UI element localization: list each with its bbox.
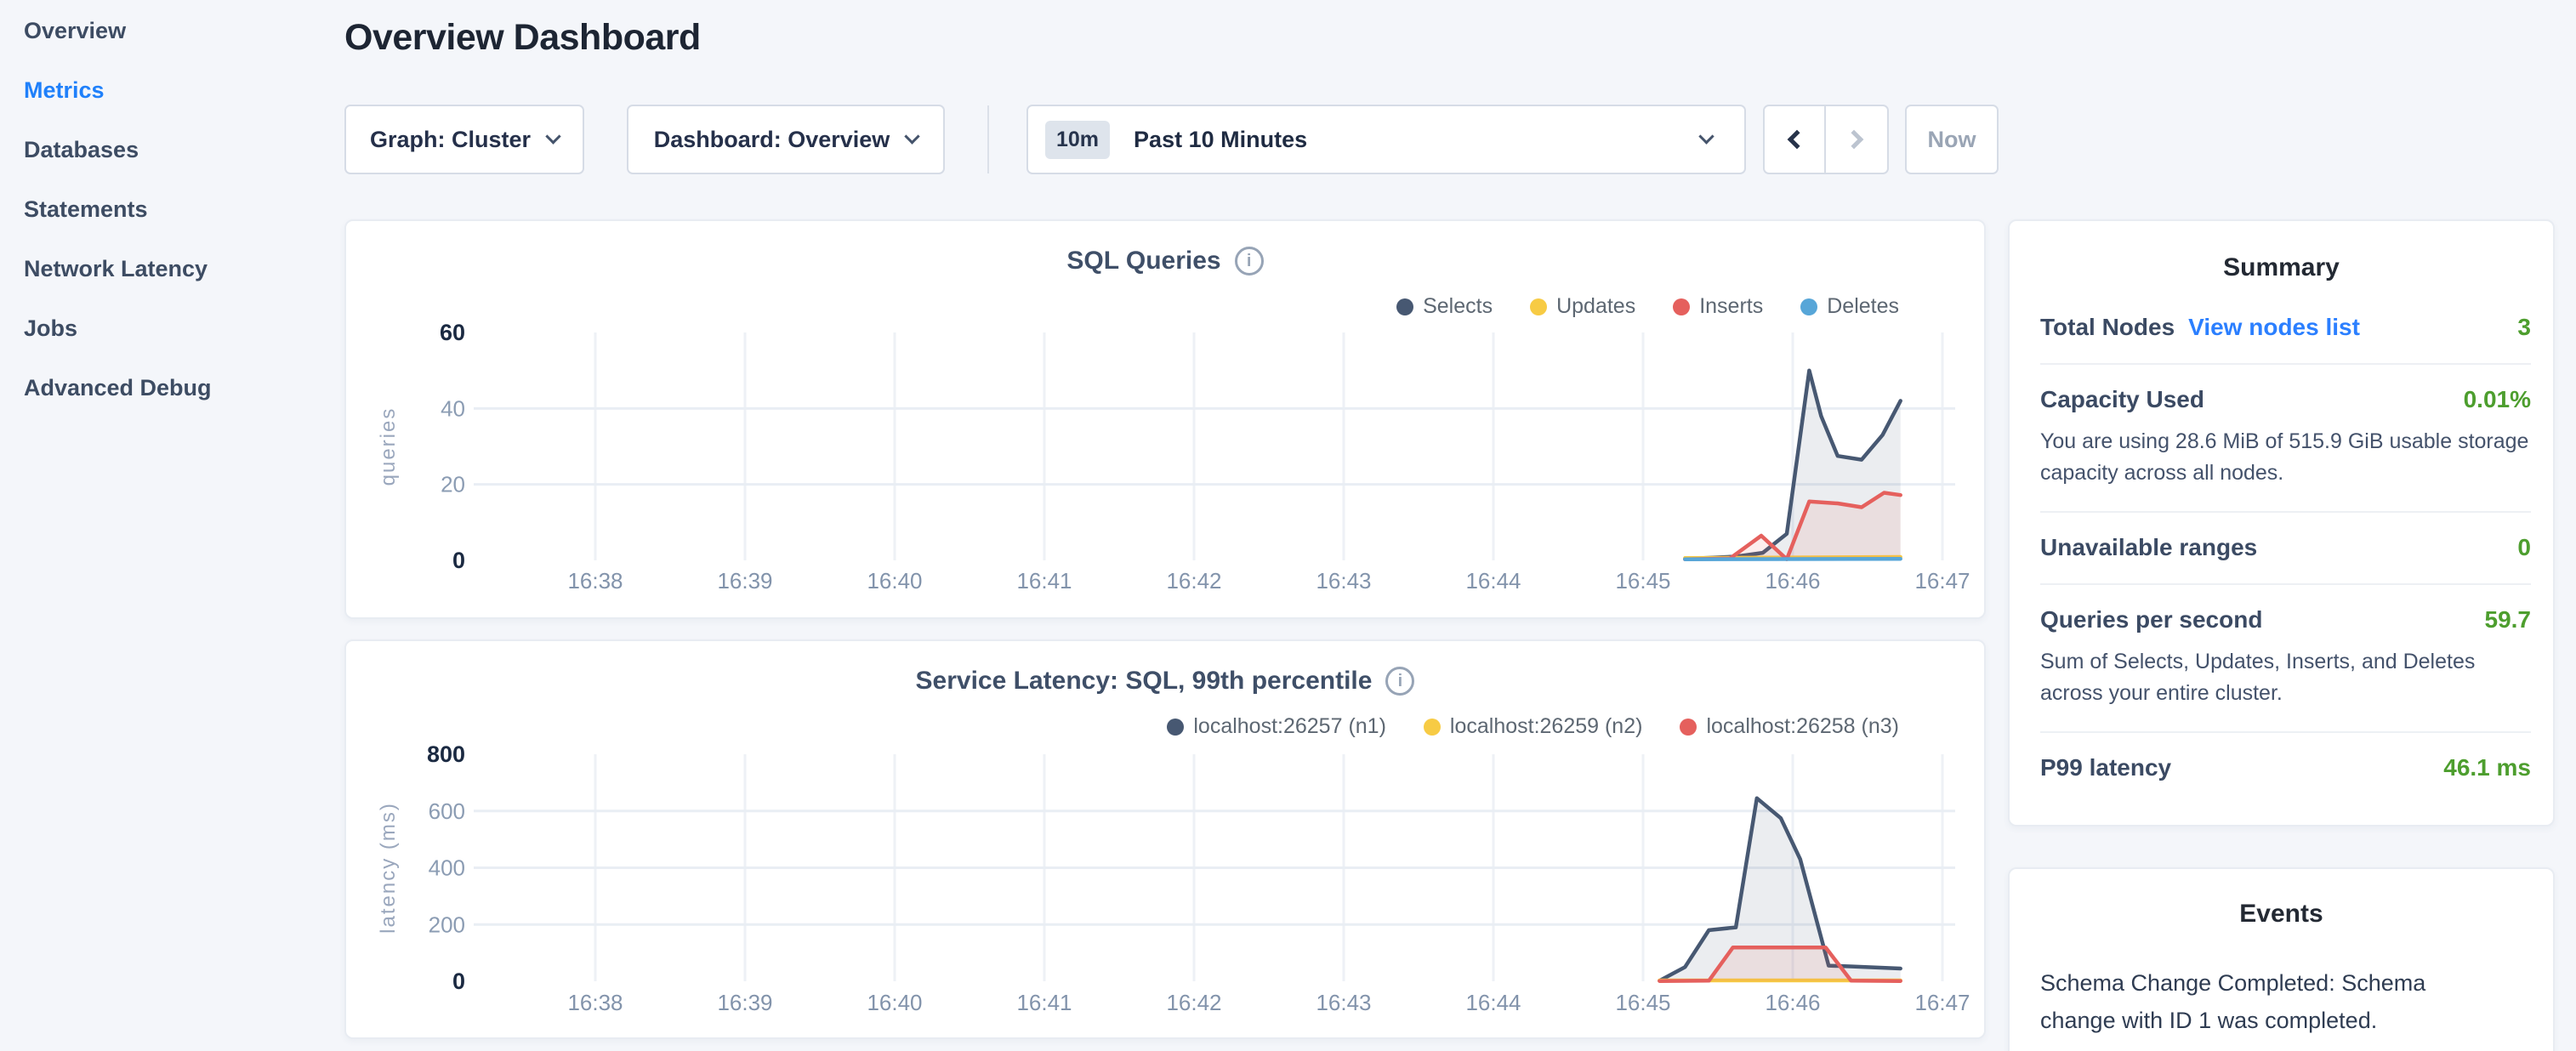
svg-text:16:39: 16:39 bbox=[717, 990, 772, 1015]
time-step-back-button[interactable] bbox=[1765, 106, 1826, 173]
svg-text:16:47: 16:47 bbox=[1914, 990, 1970, 1015]
sidebar-item-databases[interactable]: Databases bbox=[24, 131, 139, 168]
view-nodes-list-link[interactable]: View nodes list bbox=[2188, 314, 2360, 341]
svg-text:40: 40 bbox=[441, 395, 465, 421]
svg-text:16:40: 16:40 bbox=[867, 568, 922, 594]
service-latency-chart-card: Service Latency: SQL, 99th percentile i … bbox=[344, 639, 1986, 1039]
graph-scope-dropdown[interactable]: Graph: Cluster bbox=[344, 105, 584, 174]
summary-value: 3 bbox=[2517, 314, 2531, 341]
chevron-down-icon bbox=[545, 128, 560, 144]
chevron-down-icon bbox=[905, 128, 920, 144]
events-title: Events bbox=[2040, 900, 2522, 929]
summary-panel: Summary Total Nodes View nodes list 3 Ca… bbox=[2008, 219, 2555, 827]
summary-label: Unavailable ranges bbox=[2040, 534, 2257, 561]
svg-text:16:39: 16:39 bbox=[717, 568, 772, 594]
summary-row-capacity-used: Capacity Used 0.01% You are using 28.6 M… bbox=[2040, 365, 2531, 513]
events-panel: Events Schema Change Completed: Schema c… bbox=[2008, 867, 2555, 1051]
time-range-badge: 10m bbox=[1045, 121, 1110, 159]
sidebar-item-network-latency[interactable]: Network Latency bbox=[24, 250, 208, 287]
dashboard-dropdown-label: Dashboard: Overview bbox=[654, 127, 890, 153]
svg-text:200: 200 bbox=[429, 912, 465, 937]
chevron-right-icon bbox=[1845, 130, 1864, 150]
sidebar-item-jobs[interactable]: Jobs bbox=[24, 310, 77, 347]
chevron-down-icon bbox=[1698, 128, 1714, 144]
sidebar-item-advanced-debug[interactable]: Advanced Debug bbox=[24, 369, 212, 406]
summary-description: You are using 28.6 MiB of 515.9 GiB usab… bbox=[2040, 426, 2531, 489]
svg-text:400: 400 bbox=[429, 855, 465, 881]
time-step-forward-button[interactable] bbox=[1826, 106, 1887, 173]
svg-text:16:40: 16:40 bbox=[867, 990, 922, 1015]
sql-queries-chart-card: SQL Queries i Selects Updates Inserts De… bbox=[344, 219, 1986, 619]
summary-label: Capacity Used bbox=[2040, 386, 2204, 413]
summary-label: Total Nodes bbox=[2040, 314, 2175, 341]
svg-text:600: 600 bbox=[429, 798, 465, 824]
sidebar-item-statements[interactable]: Statements bbox=[24, 190, 148, 228]
svg-text:latency (ms): latency (ms) bbox=[377, 802, 400, 934]
svg-text:16:43: 16:43 bbox=[1316, 568, 1371, 594]
svg-text:16:38: 16:38 bbox=[567, 568, 623, 594]
chevron-left-icon bbox=[1788, 130, 1807, 150]
dashboard-dropdown[interactable]: Dashboard: Overview bbox=[627, 105, 945, 174]
svg-text:60: 60 bbox=[440, 320, 465, 345]
svg-text:16:43: 16:43 bbox=[1316, 990, 1371, 1015]
svg-text:16:45: 16:45 bbox=[1615, 990, 1670, 1015]
svg-text:16:46: 16:46 bbox=[1765, 568, 1820, 594]
svg-text:0: 0 bbox=[452, 969, 465, 994]
summary-label: P99 latency bbox=[2040, 754, 2171, 781]
summary-row-p99-latency: P99 latency 46.1 ms bbox=[2040, 733, 2531, 804]
toolbar-divider bbox=[987, 105, 989, 173]
svg-text:16:38: 16:38 bbox=[567, 990, 623, 1015]
svg-text:20: 20 bbox=[441, 472, 465, 497]
svg-text:16:46: 16:46 bbox=[1765, 990, 1820, 1015]
summary-value: 59.7 bbox=[2485, 606, 2532, 633]
summary-row-total-nodes: Total Nodes View nodes list 3 bbox=[2040, 293, 2531, 365]
svg-text:16:41: 16:41 bbox=[1016, 990, 1072, 1015]
summary-title: Summary bbox=[2010, 253, 2553, 282]
event-item-text: Schema Change Completed: Schema change w… bbox=[2040, 964, 2440, 1039]
svg-text:800: 800 bbox=[427, 741, 465, 767]
summary-value: 0 bbox=[2517, 534, 2531, 561]
time-range-dropdown[interactable]: 10m Past 10 Minutes bbox=[1026, 105, 1746, 174]
sql-queries-plot: 16:38 16:39 16:40 16:41 16:42 16:43 16:44 16:45… bbox=[346, 221, 1987, 621]
svg-text:16:42: 16:42 bbox=[1166, 568, 1221, 594]
summary-label: Queries per second bbox=[2040, 606, 2262, 633]
service-latency-plot: 16:38 16:39 16:40 16:41 16:42 16:43 16:44 16:45… bbox=[346, 641, 1987, 1041]
page-title: Overview Dashboard bbox=[344, 17, 701, 59]
summary-value: 46.1 ms bbox=[2443, 754, 2531, 781]
graph-scope-dropdown-label: Graph: Cluster bbox=[370, 127, 531, 153]
summary-row-queries-per-second: Queries per second 59.7 Sum of Selects, … bbox=[2040, 585, 2531, 733]
sidebar-item-overview[interactable]: Overview bbox=[24, 12, 126, 49]
time-step-buttons bbox=[1763, 105, 1889, 174]
svg-text:16:44: 16:44 bbox=[1465, 990, 1521, 1015]
sidebar-item-metrics[interactable]: Metrics bbox=[24, 71, 105, 109]
svg-text:16:42: 16:42 bbox=[1166, 990, 1221, 1015]
time-range-label: Past 10 Minutes bbox=[1134, 127, 1307, 153]
summary-description: Sum of Selects, Updates, Inserts, and De… bbox=[2040, 646, 2531, 709]
summary-value: 0.01% bbox=[2464, 386, 2531, 413]
svg-text:16:45: 16:45 bbox=[1615, 568, 1670, 594]
svg-text:16:44: 16:44 bbox=[1465, 568, 1521, 594]
svg-text:queries: queries bbox=[377, 407, 400, 486]
svg-text:16:47: 16:47 bbox=[1914, 568, 1970, 594]
svg-text:0: 0 bbox=[452, 548, 465, 573]
summary-row-unavailable-ranges: Unavailable ranges 0 bbox=[2040, 513, 2531, 585]
now-button[interactable]: Now bbox=[1905, 105, 1999, 174]
sidebar: Overview Metrics Databases Statements Ne… bbox=[0, 0, 340, 1051]
svg-text:16:41: 16:41 bbox=[1016, 568, 1072, 594]
